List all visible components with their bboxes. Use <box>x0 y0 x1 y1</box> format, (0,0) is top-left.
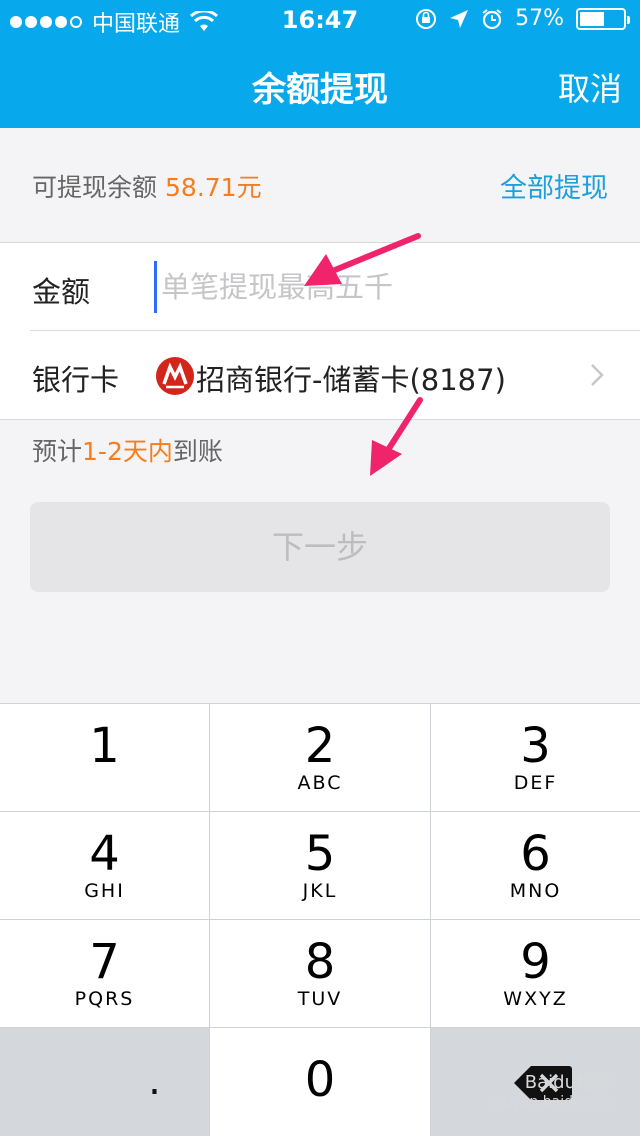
battery-percent: 57% <box>515 6 564 31</box>
battery-icon <box>576 7 630 30</box>
key-2[interactable]: 2 ABC <box>210 704 430 811</box>
key-7[interactable]: 7 PQRS <box>0 920 209 1027</box>
page-title: 余额提现 <box>252 70 388 110</box>
annotation-arrow-icon <box>370 397 423 476</box>
bank-card-row[interactable]: 银行卡 招商银行-储蓄卡(8187) <box>0 331 640 419</box>
key-5[interactable]: 5 JKL <box>210 812 430 919</box>
eta-suffix: 到账 <box>172 437 223 466</box>
status-right: 57% <box>415 6 630 31</box>
available-balance: 可提现余额 58.71元 <box>32 168 262 204</box>
chevron-right-icon <box>591 364 604 386</box>
balance-label: 可提现余额 <box>32 173 158 202</box>
eta-highlight: 1-2天内 <box>82 437 173 466</box>
location-icon <box>450 9 469 28</box>
key-dot[interactable]: . <box>0 1028 209 1136</box>
annotation-arrow-icon <box>304 233 421 286</box>
key-3[interactable]: 3 DEF <box>431 704 640 811</box>
key-8[interactable]: 8 TUV <box>210 920 430 1027</box>
key-1[interactable]: 1 <box>0 704 209 811</box>
key-6[interactable]: 6 MNO <box>431 812 640 919</box>
amount-label: 金额 <box>32 275 91 309</box>
withdraw-all-link[interactable]: 全部提现 <box>500 166 608 205</box>
next-step-button[interactable]: 下一步 <box>30 502 610 592</box>
status-bar: 中国联通 16:47 57% <box>0 0 640 40</box>
key-9[interactable]: 9 WXYZ <box>431 920 640 1027</box>
header: 中国联通 16:47 57% 余额提现 取消 <box>0 0 640 128</box>
balance-row: 可提现余额 58.71元 全部提现 <box>0 128 640 243</box>
balance-amount: 58.71元 <box>165 173 262 202</box>
alarm-icon <box>482 8 502 29</box>
bank-logo-icon <box>156 357 194 395</box>
bank-card-name: 招商银行-储蓄卡(8187) <box>196 363 506 397</box>
watermark-url: jingyan.baidu.com <box>487 1094 617 1110</box>
arrival-estimate: 预计1-2天内到账 <box>32 432 223 468</box>
rotation-lock-icon <box>416 8 437 29</box>
cancel-button[interactable]: 取消 <box>558 64 622 110</box>
eta-prefix: 预计 <box>32 437 83 466</box>
watermark-text: Baidu经验 <box>524 1072 612 1093</box>
key-0[interactable]: 0 <box>210 1028 430 1136</box>
bank-card-label: 银行卡 <box>32 363 120 397</box>
key-4[interactable]: 4 GHI <box>0 812 209 919</box>
watermark: Baidu经验 jingyan.baidu.com <box>487 1068 617 1110</box>
